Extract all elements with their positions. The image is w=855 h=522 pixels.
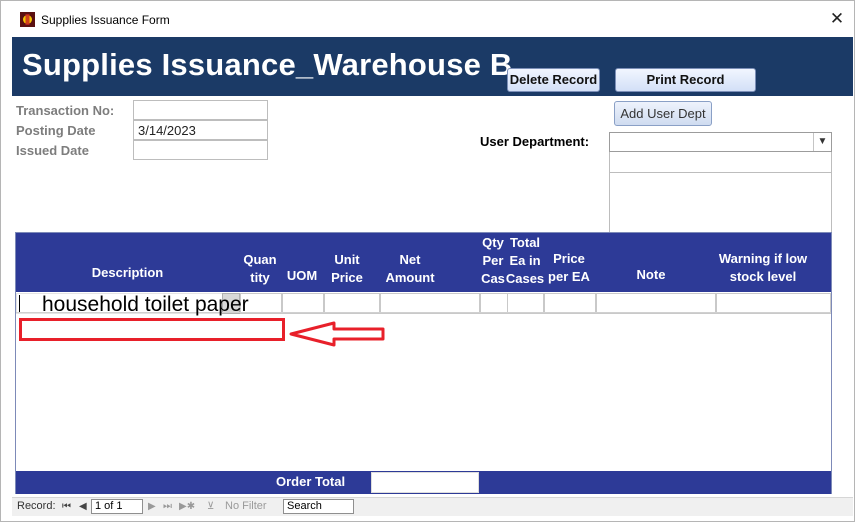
col-qty-per-case: Qty Per Cas (478, 234, 508, 288)
col-total-ea-line: Cases (505, 271, 545, 286)
col-unit-price: Unit Price (324, 251, 370, 287)
text-caret (19, 295, 20, 312)
uom-cell[interactable] (282, 293, 324, 314)
order-total-label: Order Total (276, 474, 346, 489)
issued-date-label: Issued Date (16, 143, 89, 158)
user-department-label: User Department: (480, 134, 590, 149)
note-cell[interactable] (596, 293, 716, 314)
col-net-amount: Net Amount (380, 251, 440, 287)
last-record-icon[interactable]: ⏭ (163, 499, 172, 514)
col-price-per-ea: Price per EA (544, 250, 594, 286)
highlight-box (19, 318, 285, 341)
col-uom: UOM (286, 268, 318, 283)
col-quantity-line: Quan (243, 252, 277, 267)
dept-list-item[interactable] (609, 193, 832, 214)
price-per-ea-cell[interactable] (544, 293, 596, 314)
no-filter-label[interactable]: No Filter (225, 499, 267, 514)
close-icon[interactable]: ✕ (820, 6, 854, 32)
filter-icon[interactable]: ⊻ (207, 499, 214, 514)
dept-list-item[interactable] (609, 212, 832, 233)
description-value[interactable]: household toilet paper (42, 293, 249, 317)
transaction-no-field[interactable] (133, 100, 268, 120)
col-unit-price-line: Price (331, 270, 363, 285)
record-label: Record: (17, 500, 56, 512)
prev-record-icon[interactable]: ◀ (79, 499, 87, 514)
arrow-left-icon (288, 319, 388, 349)
app-icon (20, 12, 35, 27)
print-record-button[interactable]: Print Record (615, 68, 756, 92)
delete-record-button[interactable]: Delete Record (507, 68, 600, 92)
col-note: Note (636, 267, 666, 282)
col-warning: Warning if low stock level (708, 250, 818, 286)
col-net-amount-line: Amount (385, 270, 435, 285)
col-description: Description (91, 265, 164, 280)
col-unit-price-line: Unit (334, 252, 360, 267)
transaction-no-label: Transaction No: (16, 103, 115, 118)
new-record-icon[interactable]: ▶✱ (179, 499, 195, 514)
chevron-down-icon[interactable]: ▼ (813, 133, 831, 151)
col-total-ea-line: Ea in (509, 253, 541, 268)
col-price-per-ea-line: per EA (548, 269, 590, 284)
col-total-ea: Total Ea in Cases (505, 234, 545, 288)
form-title: Supplies Issuance_Warehouse B (22, 47, 513, 82)
issued-date-field[interactable] (133, 140, 268, 160)
order-total-field[interactable] (371, 472, 479, 493)
col-qty-per-case-line: Per (482, 253, 504, 268)
col-qty-per-case-line: Cas (481, 271, 505, 286)
col-price-per-ea-line: Price (553, 251, 585, 266)
dept-list-item[interactable] (609, 152, 832, 173)
record-position-field[interactable]: 1 of 1 (91, 499, 143, 514)
total-ea-cell[interactable] (507, 293, 544, 314)
col-quantity-line: tity (250, 270, 270, 285)
warning-cell[interactable] (716, 293, 831, 314)
col-warning-line: stock level (729, 269, 797, 284)
unit-price-cell[interactable] (324, 293, 380, 314)
first-record-icon[interactable]: ⏮ (62, 499, 71, 514)
user-department-select[interactable] (609, 132, 832, 152)
posting-date-label: Posting Date (16, 123, 96, 138)
col-total-ea-line: Total (509, 235, 541, 250)
window-title: Supplies Issuance Form (41, 13, 170, 27)
col-net-amount-line: Net (399, 252, 421, 267)
dept-list-item[interactable] (609, 173, 832, 194)
next-record-icon[interactable]: ▶ (148, 499, 156, 514)
col-warning-line: Warning if low (718, 251, 808, 266)
posting-date-field[interactable]: 3/14/2023 (133, 120, 268, 140)
search-input[interactable]: Search (283, 499, 354, 514)
qty-per-case-cell[interactable] (480, 293, 508, 314)
col-qty-per-case-line: Qty (482, 235, 504, 250)
net-amount-cell[interactable] (380, 293, 480, 314)
col-quantity: Quan tity (240, 251, 280, 287)
add-user-dept-button[interactable]: Add User Dept (614, 101, 712, 126)
